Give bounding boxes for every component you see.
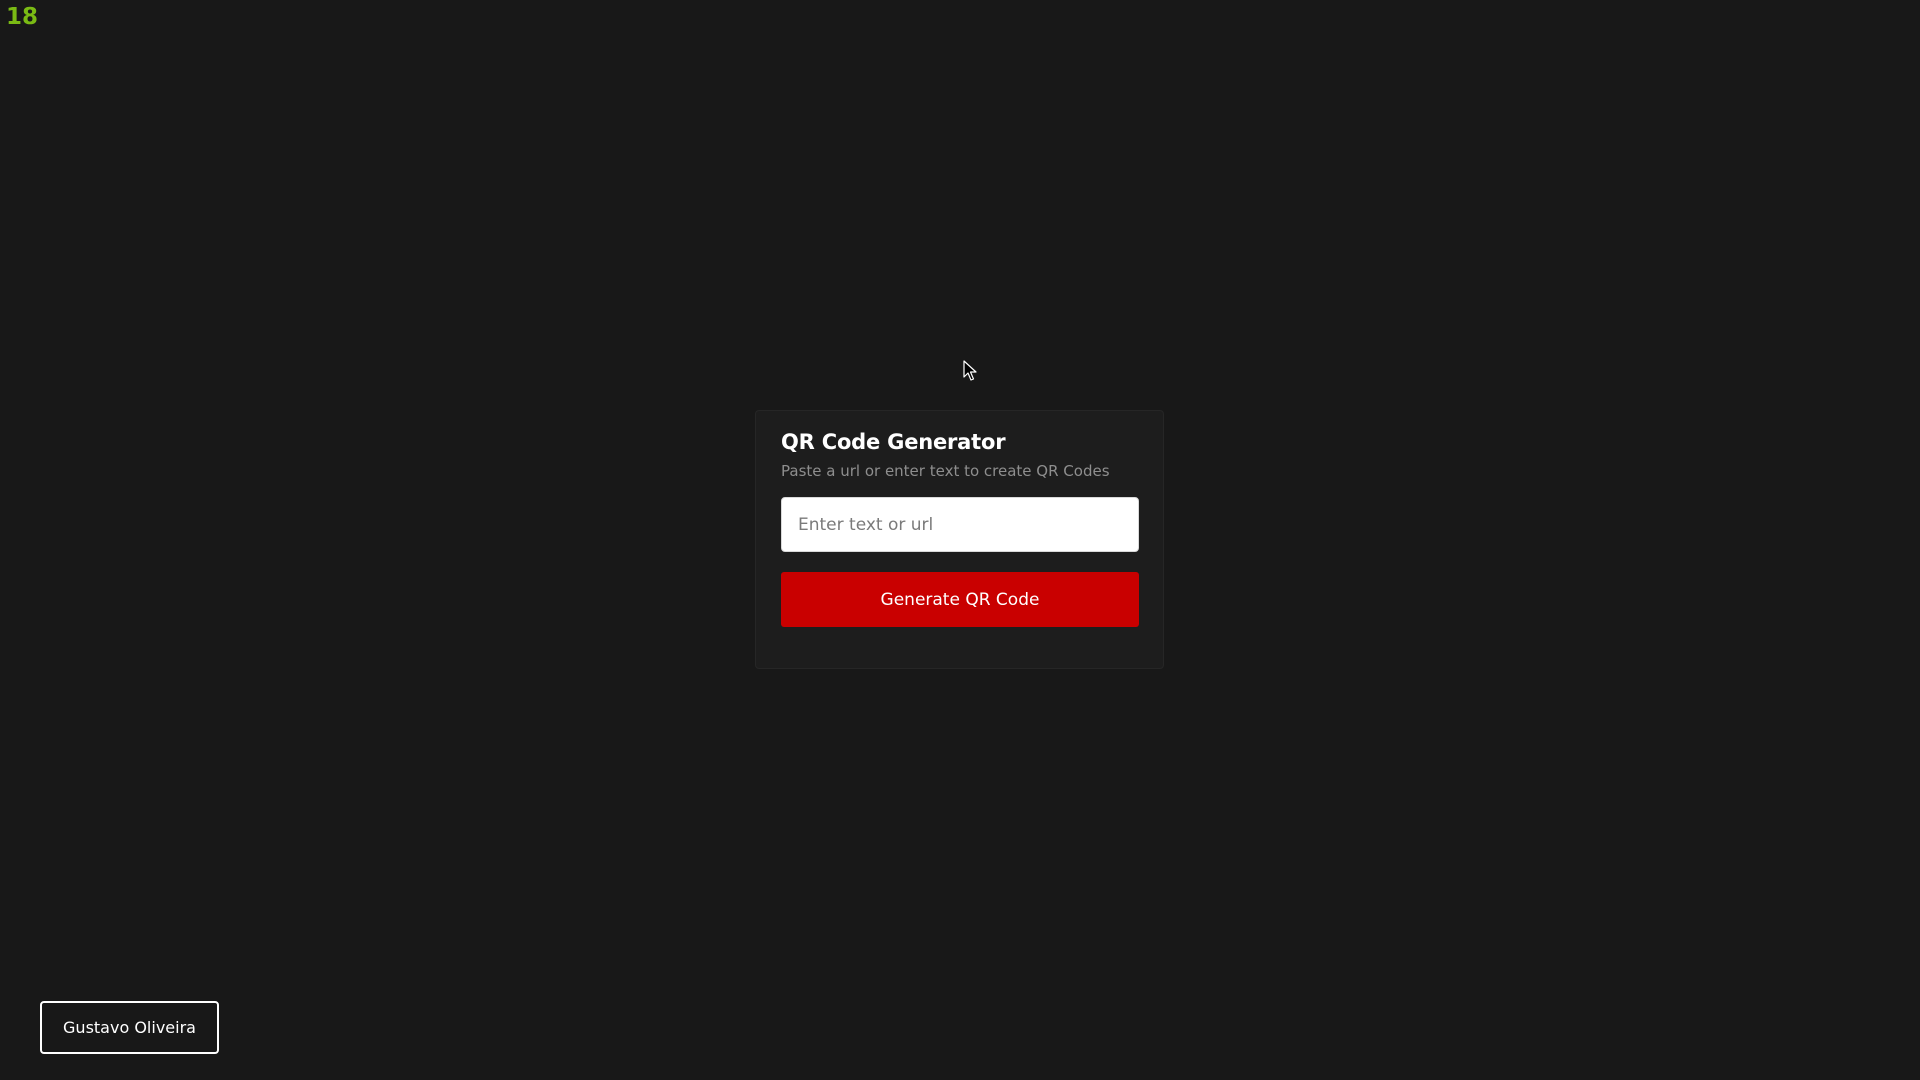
author-button[interactable]: Gustavo Oliveira bbox=[40, 1001, 219, 1054]
generate-qr-button[interactable]: Generate QR Code bbox=[781, 572, 1139, 627]
mouse-pointer-icon bbox=[963, 360, 977, 381]
card-subtitle: Paste a url or enter text to create QR C… bbox=[781, 462, 1110, 480]
qr-generator-card: QR Code Generator Paste a url or enter t… bbox=[755, 410, 1164, 669]
text-url-input[interactable] bbox=[781, 497, 1139, 552]
card-title: QR Code Generator bbox=[781, 430, 1006, 454]
counter-badge: 18 bbox=[6, 4, 39, 30]
